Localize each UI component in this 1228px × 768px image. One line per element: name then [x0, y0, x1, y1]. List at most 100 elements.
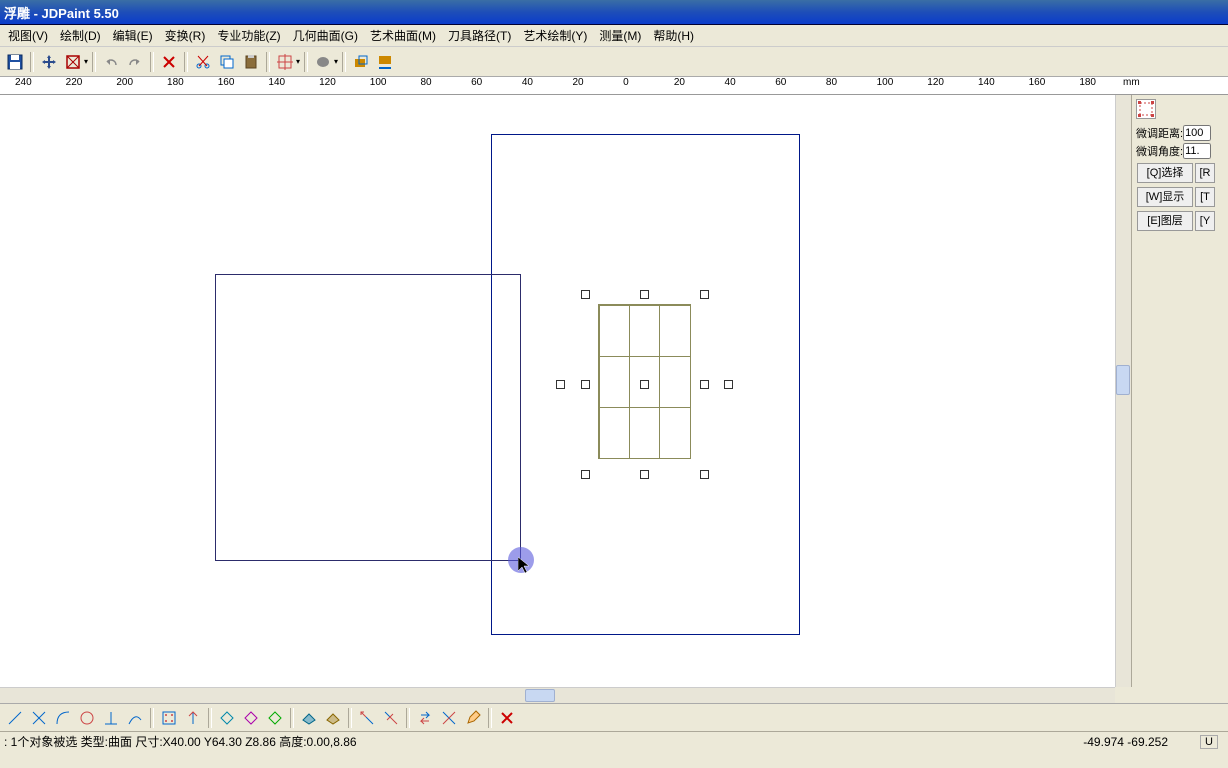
- shape-icon[interactable]: [312, 51, 334, 73]
- arrow1-icon[interactable]: [356, 707, 378, 729]
- undo-icon[interactable]: [100, 51, 122, 73]
- align-icon[interactable]: [274, 51, 296, 73]
- ruler-tick: 60: [775, 77, 786, 88]
- dropdown-icon[interactable]: ▾: [334, 57, 338, 66]
- selection-handle[interactable]: [581, 380, 590, 389]
- bounds-icon[interactable]: [62, 51, 84, 73]
- statusbar: : 1个对象被选 类型:曲面 尺寸:X40.00 Y64.30 Z8.86 高度…: [0, 731, 1228, 751]
- workspace: 微调距离: 微调角度: [Q]选择[R [W]显示[T [E]图层[Y: [0, 95, 1228, 687]
- ruler-tick: 100: [877, 77, 894, 88]
- redo-icon[interactable]: [124, 51, 146, 73]
- cut-icon[interactable]: [192, 51, 214, 73]
- selection-handle[interactable]: [724, 380, 733, 389]
- status-coords: -49.974 -69.252: [1083, 735, 1168, 749]
- intersect-icon[interactable]: [28, 707, 50, 729]
- selection-handle[interactable]: [640, 470, 649, 479]
- select-button[interactable]: [Q]选择: [1137, 163, 1193, 183]
- top-toolbar: ▾ ▾ ▾: [0, 47, 1228, 77]
- layer-button[interactable]: [E]图层: [1137, 211, 1193, 231]
- ruler-tick: 180: [1079, 77, 1096, 88]
- ruler-unit: mm: [1123, 77, 1140, 88]
- display-button[interactable]: [W]显示: [1137, 187, 1193, 207]
- ruler-tick: 140: [978, 77, 995, 88]
- ruler-tick: 180: [167, 77, 184, 88]
- swap2-icon[interactable]: [438, 707, 460, 729]
- plane2-icon[interactable]: [322, 707, 344, 729]
- copy-icon[interactable]: [216, 51, 238, 73]
- selection-handle[interactable]: [581, 470, 590, 479]
- arrow2-icon[interactable]: [380, 707, 402, 729]
- ruler-tick: 0: [623, 77, 629, 88]
- tool-a-icon[interactable]: [350, 51, 372, 73]
- plane1-icon[interactable]: [298, 707, 320, 729]
- ruler-tick: 240: [15, 77, 32, 88]
- angle-field: 微调角度:: [1136, 143, 1224, 159]
- arc-icon[interactable]: [52, 707, 74, 729]
- scrollbar-thumb[interactable]: [1116, 365, 1130, 395]
- circle-icon[interactable]: [76, 707, 98, 729]
- tool-b-icon[interactable]: [374, 51, 396, 73]
- titlebar: 浮雕 - JDPaint 5.50: [0, 0, 1228, 25]
- selection-handle[interactable]: [700, 290, 709, 299]
- snap-icon[interactable]: [182, 707, 204, 729]
- selection-handle[interactable]: [640, 290, 649, 299]
- dist-input[interactable]: [1183, 125, 1211, 141]
- move-icon[interactable]: [38, 51, 60, 73]
- t-button[interactable]: [T: [1195, 187, 1215, 207]
- vertical-scrollbar[interactable]: [1115, 95, 1131, 687]
- swap1-icon[interactable]: [414, 707, 436, 729]
- status-text: : 1个对象被选 类型:曲面 尺寸:X40.00 Y64.30 Z8.86 高度…: [4, 733, 357, 750]
- close-icon[interactable]: [496, 707, 518, 729]
- diamond3-icon[interactable]: [264, 707, 286, 729]
- angle-input[interactable]: [1183, 143, 1211, 159]
- ruler-tick: 60: [471, 77, 482, 88]
- selection-handle[interactable]: [581, 290, 590, 299]
- ruler-tick: 160: [1029, 77, 1046, 88]
- canvas-rect-secondary[interactable]: [215, 274, 521, 561]
- dropdown-icon[interactable]: ▾: [296, 57, 300, 66]
- bottom-toolbar: [0, 703, 1228, 731]
- menu-help[interactable]: 帮助(H): [647, 25, 700, 46]
- diamond2-icon[interactable]: [240, 707, 262, 729]
- menu-art[interactable]: 艺术曲面(M): [364, 25, 442, 46]
- ruler-tick: 40: [725, 77, 736, 88]
- menu-transform[interactable]: 变换(R): [159, 25, 212, 46]
- select-tool-icon[interactable]: [1136, 99, 1156, 119]
- angle-label: 微调角度:: [1136, 143, 1183, 159]
- line-icon[interactable]: [4, 707, 26, 729]
- menu-edit[interactable]: 编辑(E): [107, 25, 159, 46]
- menu-measure[interactable]: 测量(M): [593, 25, 647, 46]
- menu-view[interactable]: 视图(V): [2, 25, 54, 46]
- save-icon[interactable]: [4, 51, 26, 73]
- ruler-tick: 80: [420, 77, 431, 88]
- menu-artdraw[interactable]: 艺术绘制(Y): [517, 25, 593, 46]
- right-panel: 微调距离: 微调角度: [Q]选择[R [W]显示[T [E]图层[Y: [1131, 95, 1228, 687]
- selection-handle[interactable]: [556, 380, 565, 389]
- diamond1-icon[interactable]: [216, 707, 238, 729]
- selection-handle[interactable]: [700, 470, 709, 479]
- horizontal-scrollbar[interactable]: [0, 687, 1115, 703]
- ruler-tick: 40: [522, 77, 533, 88]
- menu-geom[interactable]: 几何曲面(G): [287, 25, 364, 46]
- ruler-horizontal: 2402202001801601401201008060402002040608…: [0, 77, 1228, 95]
- edit-icon[interactable]: [462, 707, 484, 729]
- dist-label: 微调距离:: [1136, 125, 1183, 141]
- menu-pro[interactable]: 专业功能(Z): [211, 25, 286, 46]
- r-button[interactable]: [R: [1195, 163, 1215, 183]
- paste-icon[interactable]: [240, 51, 262, 73]
- selection-handle[interactable]: [700, 380, 709, 389]
- tangent-icon[interactable]: [124, 707, 146, 729]
- menu-tool[interactable]: 刀具路径(T): [442, 25, 517, 46]
- scrollbar-thumb[interactable]: [525, 689, 555, 702]
- ruler-tick: 120: [319, 77, 336, 88]
- dropdown-icon[interactable]: ▾: [84, 57, 88, 66]
- menu-draw[interactable]: 绘制(D): [54, 25, 107, 46]
- perp-icon[interactable]: [100, 707, 122, 729]
- grid-icon[interactable]: [158, 707, 180, 729]
- app-title: 浮雕 - JDPaint 5.50: [4, 3, 119, 22]
- selection-handle[interactable]: [640, 380, 649, 389]
- ruler-tick: 220: [66, 77, 83, 88]
- canvas[interactable]: [0, 95, 1115, 687]
- y-button[interactable]: [Y: [1195, 211, 1215, 231]
- delete-icon[interactable]: [158, 51, 180, 73]
